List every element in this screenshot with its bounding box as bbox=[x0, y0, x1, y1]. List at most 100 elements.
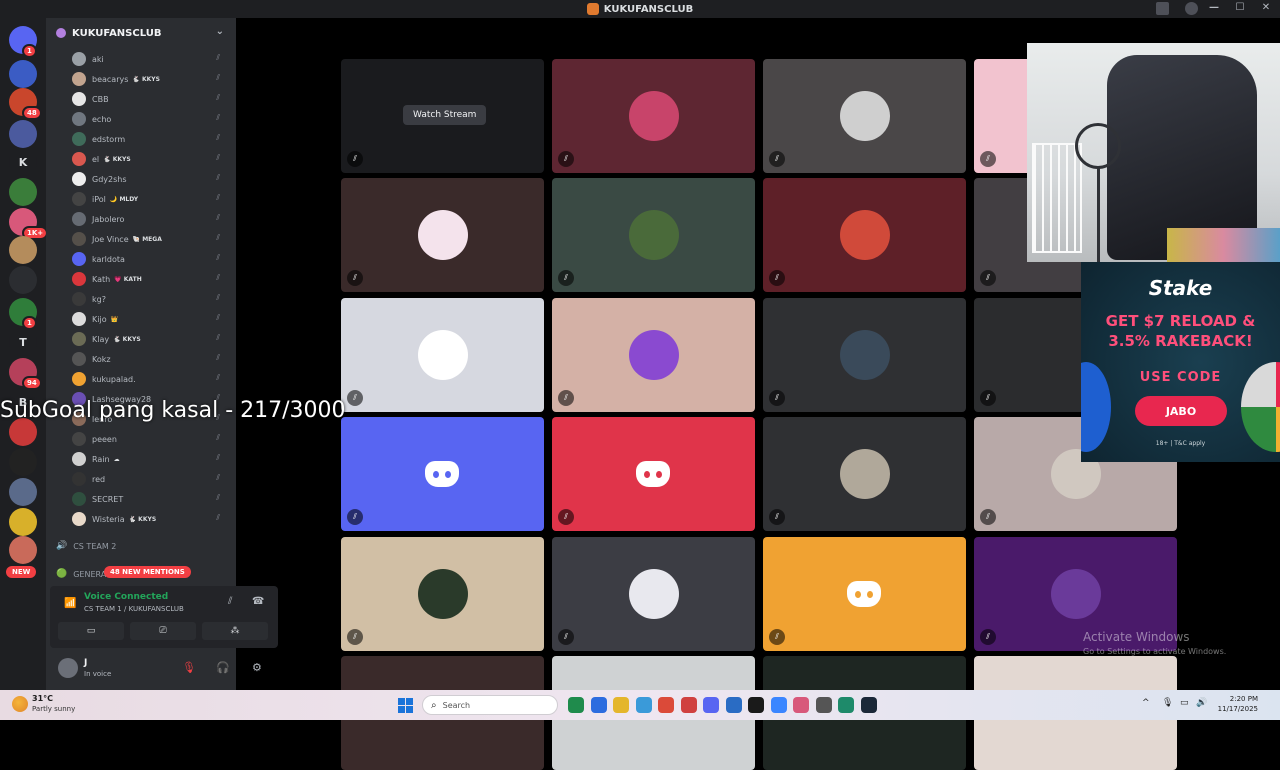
voice-member[interactable]: Kijo 👑 ⫽ bbox=[72, 309, 232, 329]
new-mentions-badge[interactable]: 48 NEW MENTIONS bbox=[104, 566, 191, 578]
participant-tile[interactable]: ⫽ bbox=[552, 537, 755, 651]
voice-member[interactable]: red ⫽ bbox=[72, 469, 232, 489]
headphones-icon[interactable]: 🎧 bbox=[216, 661, 230, 674]
minimize-button[interactable]: — bbox=[1208, 2, 1220, 13]
participant-tile[interactable]: ⫽ bbox=[763, 417, 966, 531]
screen-share-button[interactable]: ⎚ bbox=[130, 622, 196, 640]
voice-member[interactable]: Wisteria 🐇 KKYS ⫽ bbox=[72, 509, 232, 529]
chevron-up-icon[interactable]: ^ bbox=[1142, 698, 1150, 708]
stream-tile[interactable]: Watch Stream ⫽ bbox=[341, 59, 544, 173]
microphone-icon[interactable]: 🎙 bbox=[1162, 698, 1173, 708]
server-icon[interactable] bbox=[9, 120, 37, 148]
chevron-down-icon[interactable]: ⌄ bbox=[216, 26, 224, 37]
new-servers-pill[interactable]: NEW bbox=[6, 566, 37, 578]
voice-member[interactable]: SECRET ⫽ bbox=[72, 489, 232, 509]
camera-button[interactable]: ▭ bbox=[58, 622, 124, 640]
signal-icon[interactable]: 📶 bbox=[64, 598, 76, 609]
sponsor-ad[interactable]: Stake GET $7 RELOAD & 3.5% RAKEBACK! USE… bbox=[1081, 262, 1280, 462]
member-name: beacarys bbox=[92, 74, 129, 84]
voice-member[interactable]: kukupalad. ⫽ bbox=[72, 369, 232, 389]
participant-tile[interactable]: ⫽ bbox=[552, 178, 755, 292]
voice-member[interactable]: aki ⫽ bbox=[72, 49, 232, 69]
server-icon[interactable]: K bbox=[9, 148, 37, 176]
participant-tile[interactable]: ⫽ bbox=[763, 59, 966, 173]
participant-tile[interactable]: ⫽ bbox=[552, 298, 755, 412]
taskbar-app-icon[interactable] bbox=[680, 697, 697, 713]
voice-member[interactable]: Klay 🐇 KKYS ⫽ bbox=[72, 329, 232, 349]
voice-member[interactable]: kg? ⫽ bbox=[72, 289, 232, 309]
server-icon[interactable] bbox=[9, 60, 37, 88]
network-icon[interactable]: ▭ bbox=[1180, 698, 1189, 708]
volume-icon[interactable]: 🔊 bbox=[1196, 698, 1207, 708]
maximize-button[interactable]: ☐ bbox=[1234, 2, 1246, 13]
participant-tile[interactable]: ⫽ bbox=[341, 298, 544, 412]
noise-suppression-icon[interactable]: ⫽ bbox=[228, 596, 232, 607]
taskbar-app-icon[interactable] bbox=[568, 697, 584, 713]
weather-icon[interactable] bbox=[12, 696, 28, 712]
close-button[interactable]: ✕ bbox=[1260, 2, 1272, 13]
voice-member[interactable]: peeen ⫽ bbox=[72, 429, 232, 449]
taskbar-app-icon[interactable] bbox=[815, 697, 832, 713]
participant-tile[interactable]: ⫽ bbox=[763, 537, 966, 651]
taskbar-app-icon[interactable] bbox=[770, 697, 787, 713]
help-icon[interactable] bbox=[1185, 2, 1198, 15]
voice-member[interactable]: el 🐇 KKYS ⫽ bbox=[72, 149, 232, 169]
user-name[interactable]: J bbox=[84, 658, 87, 668]
participant-tile[interactable]: ⫽ bbox=[341, 178, 544, 292]
server-icon[interactable] bbox=[9, 478, 37, 506]
voice-member[interactable]: Rain ☁ ⫽ bbox=[72, 449, 232, 469]
participant-tile[interactable]: ⫽ bbox=[341, 417, 544, 531]
disconnect-icon[interactable]: ☎ bbox=[252, 596, 264, 607]
voice-channel-cs-team-2[interactable]: 🔊 CS TEAM 2 bbox=[56, 537, 226, 555]
participant-tile[interactable]: ⫽ bbox=[552, 417, 755, 531]
activities-button[interactable]: ⁂ bbox=[202, 622, 268, 640]
voice-member[interactable]: echo ⫽ bbox=[72, 109, 232, 129]
voice-status[interactable]: Voice Connected bbox=[84, 592, 168, 602]
taskbar-app-icon[interactable] bbox=[725, 697, 742, 713]
voice-member[interactable]: CBB ⫽ bbox=[72, 89, 232, 109]
gear-icon[interactable]: ⚙ bbox=[252, 661, 262, 674]
mic-muted-icon[interactable]: 🎙 bbox=[182, 661, 196, 674]
server-icon[interactable] bbox=[9, 448, 37, 476]
voice-member[interactable]: iPol 🌙 MLDY ⫽ bbox=[72, 189, 232, 209]
windows-start-icon[interactable] bbox=[398, 698, 413, 713]
server-header[interactable]: KUKUFANSCLUB ⌄ bbox=[46, 18, 236, 48]
voice-member[interactable]: Kath 💗 KATH ⫽ bbox=[72, 269, 232, 289]
taskbar-app-icon[interactable] bbox=[703, 697, 719, 713]
participant-tile[interactable]: ⫽ bbox=[763, 298, 966, 412]
taskbar-app-icon[interactable] bbox=[590, 697, 607, 713]
voice-member[interactable]: karldota ⫽ bbox=[72, 249, 232, 269]
taskbar-search[interactable]: ⌕ Search bbox=[422, 695, 558, 715]
avatar[interactable] bbox=[58, 658, 78, 678]
server-icon[interactable]: T bbox=[9, 328, 37, 356]
server-icon[interactable] bbox=[9, 266, 37, 294]
participant-tile[interactable]: ⫽ bbox=[763, 178, 966, 292]
watch-stream-button[interactable]: Watch Stream bbox=[403, 105, 487, 125]
voice-member[interactable]: edstorm ⫽ bbox=[72, 129, 232, 149]
voice-member[interactable]: Jabolero ⫽ bbox=[72, 209, 232, 229]
voice-member[interactable]: Kokz ⫽ bbox=[72, 349, 232, 369]
clock[interactable]: 2:20 PM 11/17/2025 bbox=[1212, 694, 1258, 714]
taskbar-app-icon[interactable] bbox=[793, 697, 809, 713]
server-icon[interactable] bbox=[9, 536, 37, 564]
weather-condition[interactable]: Partly sunny bbox=[32, 705, 75, 713]
inbox-icon[interactable] bbox=[1156, 2, 1169, 15]
taskbar-app-icon[interactable] bbox=[635, 697, 652, 713]
server-icon[interactable] bbox=[9, 508, 37, 536]
taskbar-app-icon[interactable] bbox=[748, 697, 764, 713]
taskbar-app-icon[interactable] bbox=[838, 697, 854, 713]
participant-tile[interactable]: ⫽ bbox=[552, 59, 755, 173]
weather-temp[interactable]: 31°C bbox=[32, 694, 53, 703]
voice-member[interactable]: beacarys 🐇 KKYS ⫽ bbox=[72, 69, 232, 89]
server-icon[interactable] bbox=[9, 178, 37, 206]
participant-tile[interactable]: ⫽ bbox=[341, 537, 544, 651]
webcam-overlay bbox=[1027, 43, 1280, 262]
taskbar-app-icon[interactable] bbox=[860, 697, 877, 713]
voice-member[interactable]: Joe Vince 🐚 MEGA ⫽ bbox=[72, 229, 232, 249]
taskbar-app-icon[interactable] bbox=[613, 697, 629, 713]
ad-code-button[interactable]: JABO bbox=[1135, 396, 1227, 426]
voice-location[interactable]: CS TEAM 1 / KUKUFANSCLUB bbox=[84, 605, 184, 613]
server-icon[interactable] bbox=[9, 236, 37, 264]
taskbar-app-icon[interactable] bbox=[658, 697, 674, 713]
voice-member[interactable]: Gdy2shs ⫽ bbox=[72, 169, 232, 189]
